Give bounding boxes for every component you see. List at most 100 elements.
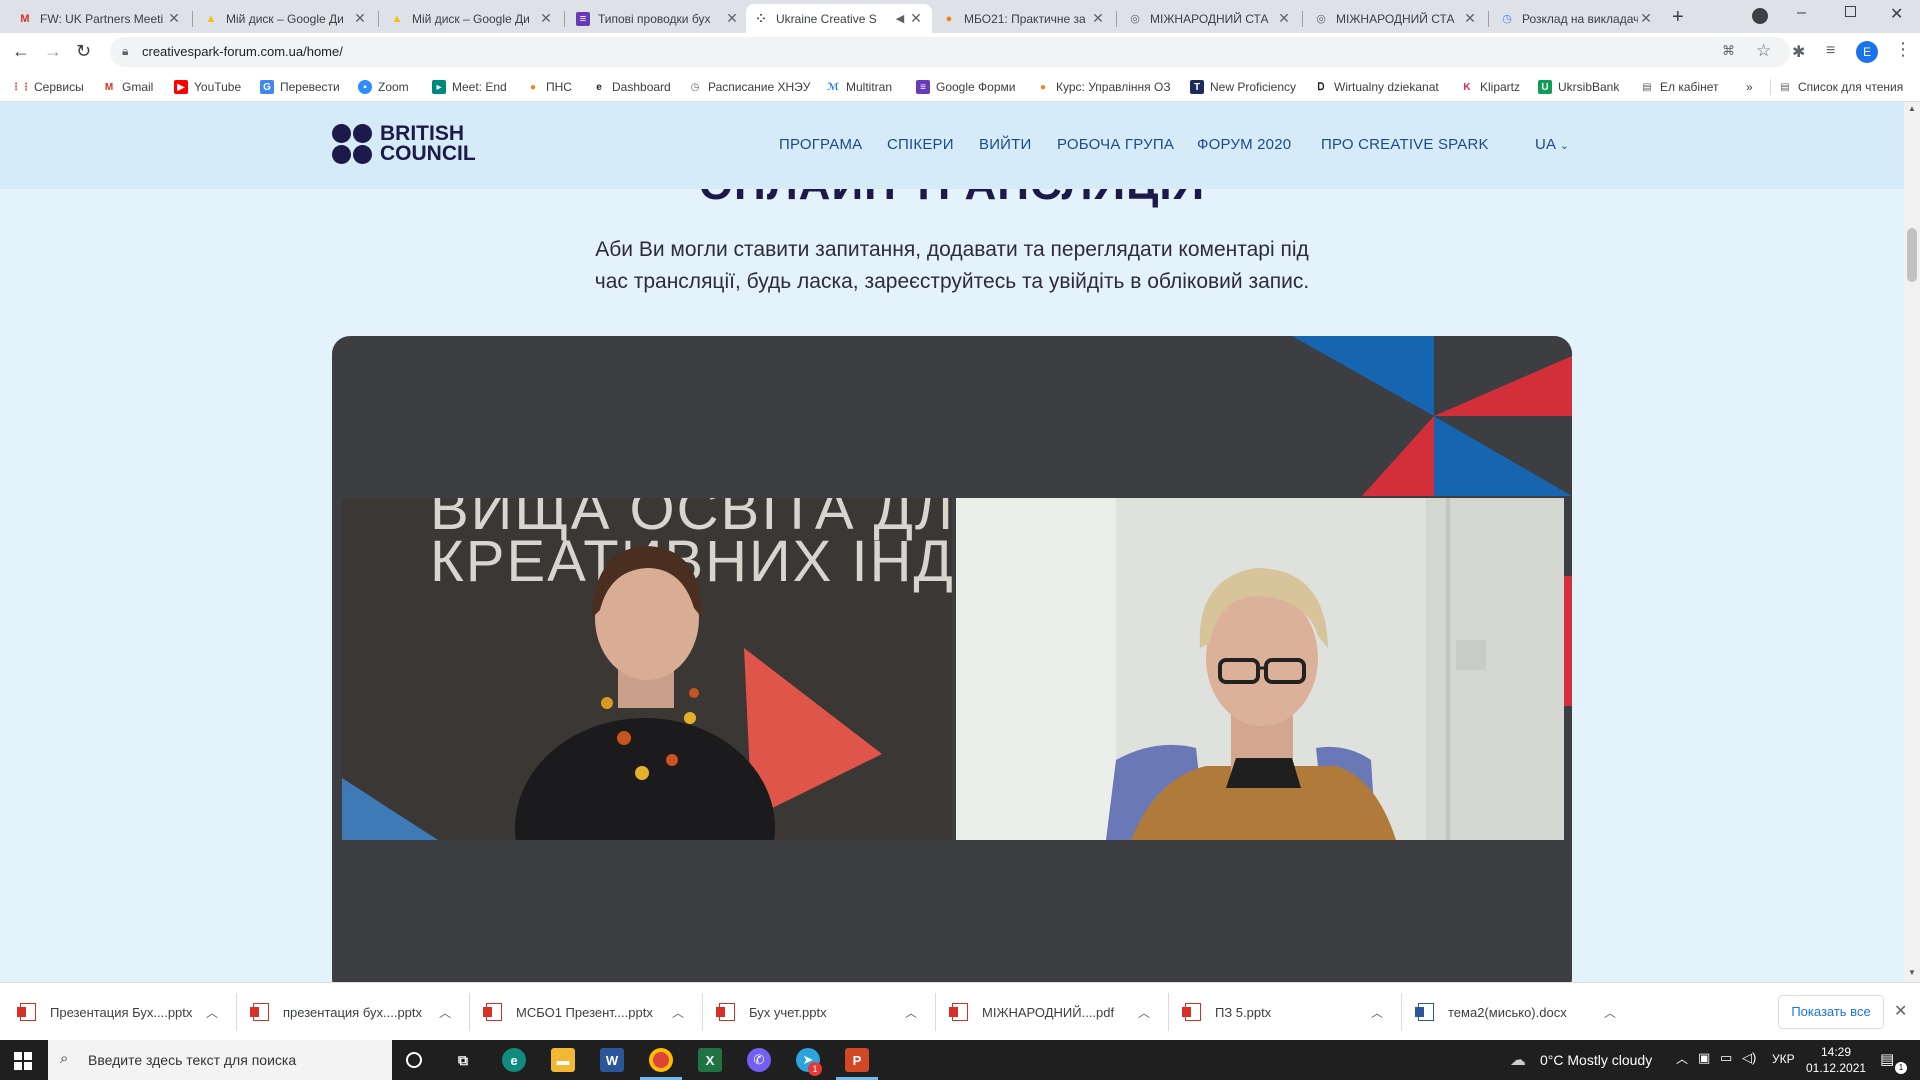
browser-tab[interactable]: ▲ Мій диск – Google Ди ✕ [196,4,376,33]
camera-icon[interactable]: ▣ [1698,1050,1710,1066]
new-tab-icon[interactable]: + [1672,6,1684,29]
chevron-up-icon[interactable]: ︿ [672,1004,684,1021]
scroll-up-icon[interactable]: ▲ [1908,104,1916,113]
windows-start-icon[interactable] [14,1052,32,1070]
bookmark-item[interactable]: K Klipartz [1460,77,1520,97]
page-scrollbar[interactable]: ▲ ▼ [1904,102,1920,982]
task-view-icon[interactable]: ⧉ [451,1048,475,1072]
nav-speakers[interactable]: СПІКЕРИ [887,136,954,153]
media-control-icon[interactable]: ≡ [1826,42,1835,60]
chevron-up-icon[interactable]: ︿ [206,1004,218,1021]
bookmark-item[interactable]: T New Proficiency [1190,77,1296,97]
minimize-icon[interactable]: – [1797,4,1806,22]
close-tab-icon[interactable]: ✕ [1090,10,1106,27]
forward-icon[interactable]: → [44,41,62,62]
chevron-up-icon[interactable]: ︿ [1371,1004,1383,1021]
browser-tab[interactable]: M FW: UK Partners Meeti ✕ [10,4,190,33]
nav-program[interactable]: ПРОГРАМА [779,136,862,153]
nav-about[interactable]: ПРО CREATIVE SPARK [1321,136,1489,153]
bookmark-item[interactable]: M Gmail [102,77,154,97]
close-tab-icon[interactable]: ✕ [1462,10,1478,27]
bookmark-item[interactable]: ▸ Meet: End [432,77,507,97]
browser-tab[interactable]: ◎ МІЖНАРОДНИЙ СТА ✕ [1120,4,1300,33]
british-council-logo-icon[interactable] [332,124,374,166]
bookmark-item[interactable]: ▪ Zoom [358,77,409,97]
chrome-icon[interactable] [649,1048,673,1072]
chevron-up-icon[interactable]: ︿ [1138,1004,1150,1021]
chevron-up-icon[interactable]: ︿ [1676,1050,1688,1067]
close-tab-icon[interactable]: ✕ [1638,10,1654,27]
browser-tab[interactable]: ▲ Мій диск – Google Ди ✕ [382,4,562,33]
menu-kebab-icon[interactable]: ⋮ [1894,39,1912,60]
download-item[interactable]: МІЖНАРОДНИЙ....pdf ︿ [949,983,1152,1041]
bookmark-item[interactable]: U UkrsibBank [1538,77,1619,97]
close-tab-icon[interactable]: ✕ [724,10,740,27]
close-tab-icon[interactable]: ✕ [908,10,924,27]
back-icon[interactable]: ← [12,41,30,62]
close-tab-icon[interactable]: ✕ [1276,10,1292,27]
browser-tab[interactable]: ● МБО21: Практичне за ✕ [934,4,1114,33]
close-window-icon[interactable]: ✕ [1890,4,1903,24]
bookmark-item[interactable]: Ꭰ Wirtualny dziekanat [1314,77,1439,97]
restore-icon[interactable] [1845,6,1856,17]
profile-avatar[interactable]: E [1856,41,1878,63]
audio-playing-icon[interactable]: ◀ [892,12,908,25]
chevron-up-icon[interactable]: ︿ [1604,1004,1616,1021]
bookmark-item[interactable]: ● ПНС [526,77,572,97]
extensions-icon[interactable]: ✱ [1792,42,1805,62]
scroll-thumb[interactable] [1907,228,1917,282]
bookmark-item[interactable]: ▤ Ел кабінет [1640,77,1718,97]
close-tab-icon[interactable]: ✕ [352,10,368,27]
download-item[interactable]: Презентация Бух....pptx ︿ [17,983,220,1041]
file-explorer-icon[interactable]: ▬ [551,1048,575,1072]
input-language[interactable]: УКР [1772,1052,1795,1066]
nav-working-group[interactable]: РОБОЧА ГРУПА [1057,136,1174,153]
url-text[interactable]: creativespark-forum.com.ua/home/ [142,44,343,59]
close-downloads-icon[interactable]: ✕ [1894,1001,1907,1021]
reload-icon[interactable]: ↻ [76,41,91,62]
weather-text[interactable]: 0°C Mostly cloudy [1540,1052,1652,1068]
volume-icon[interactable]: ◁) [1742,1050,1756,1066]
chevron-up-icon[interactable]: ︿ [439,1004,451,1021]
scroll-down-icon[interactable]: ▼ [1908,968,1916,977]
notifications-icon[interactable]: ▤ [1880,1050,1894,1068]
logo-text[interactable]: BRITISH COUNCIL [380,123,476,164]
translate-icon[interactable]: ⌘ [1722,43,1735,59]
viber-icon[interactable]: ✆ [747,1048,771,1072]
bookmark-item[interactable]: ● Курс: Управління ОЗ [1036,77,1171,97]
bookmark-item[interactable]: e Dashboard [592,77,671,97]
browser-tab-active[interactable]: ⁘ Ukraine Creative S ◀ ✕ [746,4,932,33]
network-icon[interactable]: ▭ [1720,1050,1732,1066]
bookmark-item[interactable]: ⋮⋮ Сервисы [11,77,84,97]
bookmark-item[interactable]: ≡ Google Форми [916,77,1015,97]
browser-tab[interactable]: ◎ МІЖНАРОДНИЙ СТА ✕ [1306,4,1486,33]
edge-icon[interactable]: e [502,1048,526,1072]
cortana-icon[interactable] [406,1052,422,1068]
close-tab-icon[interactable]: ✕ [538,10,554,27]
video-player[interactable]: ВИЩА ОСВІТА ДЛ КРЕАТИВНИХ ІНД [332,336,1572,982]
language-selector[interactable]: UA ⌄ [1535,136,1569,153]
download-item[interactable]: ПЗ 5.pptx ︿ [1182,983,1385,1041]
browser-tab[interactable]: ≡ Типові проводки бух ✕ [568,4,748,33]
reading-list-button[interactable]: ▤ Список для чтения [1778,77,1903,97]
close-tab-icon[interactable]: ✕ [166,10,182,27]
download-item[interactable]: презентация бух....pptx ︿ [250,983,453,1041]
tab-search-icon[interactable] [1752,8,1768,24]
system-clock[interactable]: 14:29 01.12.2021 [1806,1044,1866,1076]
bookmark-item[interactable]: ℳ Multitran [826,77,892,97]
taskbar-search-box[interactable]: ⌕ Введите здесь текст для поиска [48,1040,392,1080]
chevron-up-icon[interactable]: ︿ [905,1004,917,1021]
nav-forum-2020[interactable]: ФОРУМ 2020 [1197,136,1291,153]
nav-logout[interactable]: ВИЙТИ [979,136,1032,153]
bookmark-item[interactable]: G Перевести [260,77,340,97]
address-bar[interactable]: 🔒︎ creativespark-forum.com.ua/home/ ⌘ ☆ [110,37,1790,67]
bookmark-star-icon[interactable]: ☆ [1756,41,1771,61]
bookmark-item[interactable]: ▶ YouTube [174,77,241,97]
word-icon[interactable]: W [600,1048,624,1072]
show-all-downloads-button[interactable]: Показать все [1778,995,1884,1029]
excel-icon[interactable]: X [698,1048,722,1072]
browser-tab[interactable]: ◷ Розклад на викладач ✕ [1492,4,1662,33]
bookmark-item[interactable]: ◷ Расписание ХНЭУ [688,77,811,97]
download-item[interactable]: тема2(мисько).docx ︿ [1415,983,1618,1041]
download-item[interactable]: МСБО1 Презент....pptx ︿ [483,983,686,1041]
